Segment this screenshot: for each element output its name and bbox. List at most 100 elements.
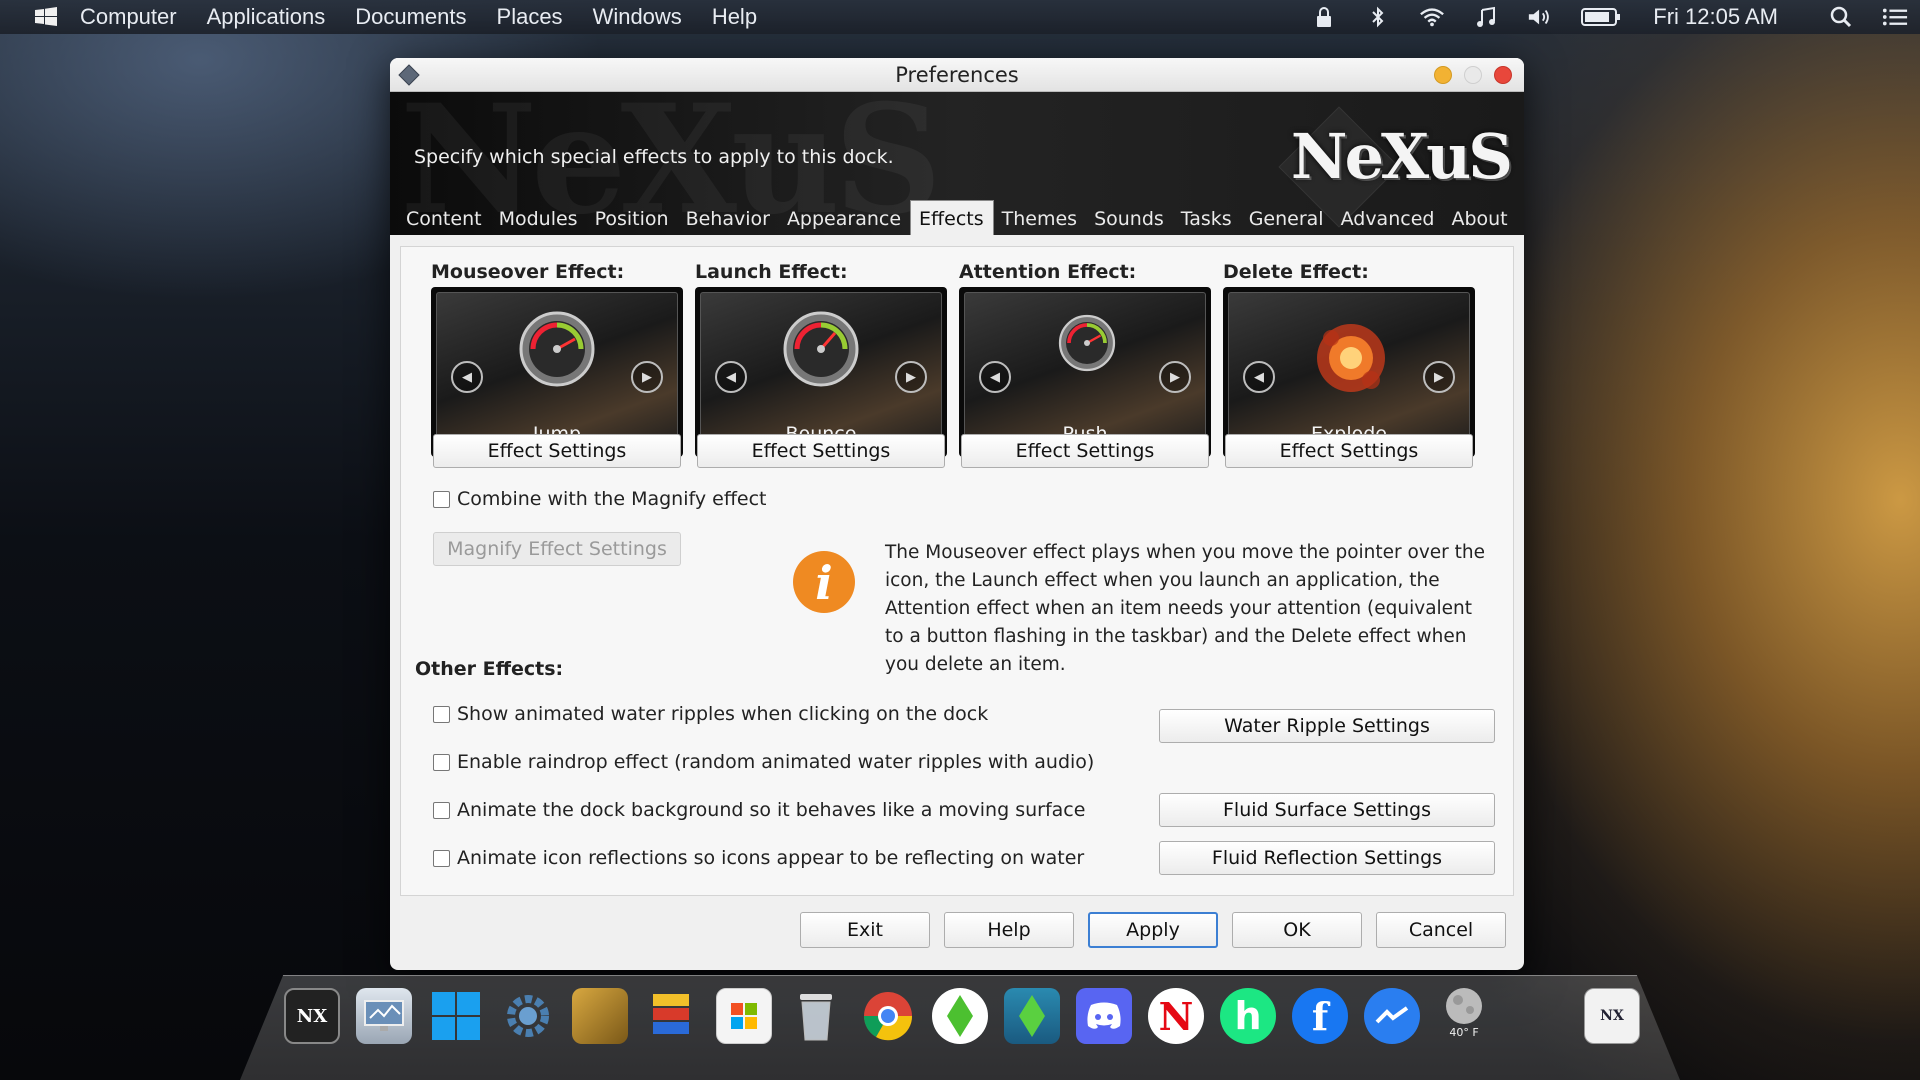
music-icon[interactable]: [1473, 4, 1499, 30]
next-arrow-icon[interactable]: ▶: [1423, 361, 1455, 393]
header-banner: NeXuS Specify which special effects to a…: [390, 92, 1524, 235]
moving-surface-checkbox[interactable]: [433, 801, 450, 819]
raindrop-label: Enable raindrop effect (random animated …: [457, 751, 1095, 773]
previous-arrow-icon[interactable]: ◀: [451, 361, 483, 393]
clock[interactable]: Fri 12:05 AM: [1653, 4, 1778, 30]
menu-computer[interactable]: Computer: [80, 4, 177, 30]
tab-tasks[interactable]: Tasks: [1173, 204, 1241, 235]
menu-windows[interactable]: Windows: [593, 4, 682, 30]
preferences-window: Preferences NeXuS Specify which special …: [390, 58, 1524, 970]
help-button[interactable]: Help: [944, 912, 1074, 948]
effect-heading: Attention Effect:: [959, 261, 1137, 283]
weather-icon[interactable]: 40° F: [1436, 984, 1492, 1040]
tab-about[interactable]: About: [1443, 204, 1516, 235]
window-controls: [1434, 66, 1512, 84]
water-ripples-checkbox-row[interactable]: Show animated water ripples when clickin…: [433, 703, 988, 725]
magnify-checkbox-row[interactable]: Combine with the Magnify effect: [433, 488, 767, 510]
menu-applications[interactable]: Applications: [207, 4, 326, 30]
maximize-button[interactable]: [1464, 66, 1482, 84]
effects-panel: Mouseover Effect: ◀ ▶ Jump: [400, 246, 1514, 896]
battery-icon[interactable]: [1581, 4, 1621, 30]
wifi-icon[interactable]: [1419, 4, 1445, 30]
ok-button[interactable]: OK: [1232, 912, 1362, 948]
water-ripple-settings-button[interactable]: Water Ripple Settings: [1159, 709, 1495, 743]
tab-themes[interactable]: Themes: [994, 204, 1086, 235]
exit-button[interactable]: Exit: [800, 912, 930, 948]
tab-appearance[interactable]: Appearance: [779, 204, 910, 235]
next-arrow-icon[interactable]: ▶: [1159, 361, 1191, 393]
gauge-icon: [1058, 314, 1116, 372]
info-text: The Mouseover effect plays when you move…: [885, 542, 1486, 675]
netflix-icon[interactable]: N: [1148, 988, 1204, 1044]
hulu-icon[interactable]: h: [1220, 988, 1276, 1044]
menu-documents[interactable]: Documents: [355, 4, 466, 30]
tab-modules[interactable]: Modules: [491, 204, 587, 235]
attention-effect-settings-button[interactable]: Effect Settings: [961, 434, 1209, 468]
magnify-checkbox-label: Combine with the Magnify effect: [457, 488, 767, 510]
nexus-logo-icon[interactable]: NX: [284, 988, 340, 1044]
windows-logo-icon[interactable]: [32, 5, 60, 29]
previous-arrow-icon[interactable]: ◀: [1243, 361, 1275, 393]
moving-surface-checkbox-row[interactable]: Animate the dock background so it behave…: [433, 799, 1085, 821]
chrome-icon[interactable]: [860, 988, 916, 1044]
effect-preview: ◀ ▶ Bounce: [695, 287, 947, 457]
facebook-icon[interactable]: f: [1292, 988, 1348, 1044]
launch-effect-settings-button[interactable]: Effect Settings: [697, 434, 945, 468]
cancel-button[interactable]: Cancel: [1376, 912, 1506, 948]
tab-sounds[interactable]: Sounds: [1086, 204, 1173, 235]
menu-places[interactable]: Places: [497, 4, 563, 30]
nexus-preferences-icon[interactable]: NX: [1584, 988, 1640, 1044]
search-icon[interactable]: [1828, 4, 1854, 30]
attention-effect: Attention Effect: ◀ ▶ Push: [959, 261, 1211, 457]
effect-preview: ◀ ▶ Push: [959, 287, 1211, 457]
gauge-icon: [519, 311, 595, 387]
menu-help[interactable]: Help: [712, 4, 757, 30]
next-arrow-icon[interactable]: ▶: [631, 361, 663, 393]
folder-icon[interactable]: [572, 988, 628, 1044]
discord-icon[interactable]: [1076, 988, 1132, 1044]
lock-icon[interactable]: [1311, 4, 1337, 30]
tab-behavior[interactable]: Behavior: [678, 204, 779, 235]
reflections-checkbox-row[interactable]: Animate icon reflections so icons appear…: [433, 847, 1084, 869]
windows-icon[interactable]: [428, 988, 484, 1044]
water-ripples-checkbox[interactable]: [433, 705, 450, 723]
volume-icon[interactable]: [1527, 4, 1553, 30]
menu-list-icon[interactable]: [1882, 4, 1908, 30]
monitor-icon[interactable]: [356, 988, 412, 1044]
tab-effects[interactable]: Effects: [910, 200, 994, 235]
store-icon[interactable]: [716, 988, 772, 1044]
books-icon[interactable]: [644, 988, 700, 1044]
tab-general[interactable]: General: [1241, 204, 1333, 235]
previous-arrow-icon[interactable]: ◀: [715, 361, 747, 393]
tab-content[interactable]: Content: [398, 204, 491, 235]
delete-effect-settings-button[interactable]: Effect Settings: [1225, 434, 1473, 468]
launch-effect: Launch Effect: ◀ ▶ Bounce: [695, 261, 947, 457]
next-arrow-icon[interactable]: ▶: [895, 361, 927, 393]
minimize-button[interactable]: [1434, 66, 1452, 84]
app-diamond-icon[interactable]: [398, 64, 420, 86]
raindrop-checkbox-row[interactable]: Enable raindrop effect (random animated …: [433, 751, 1094, 773]
moving-surface-label: Animate the dock background so it behave…: [457, 799, 1086, 821]
close-button[interactable]: [1494, 66, 1512, 84]
tab-position[interactable]: Position: [587, 204, 678, 235]
recycle-bin-icon[interactable]: [788, 988, 844, 1044]
sims-icon[interactable]: [932, 988, 988, 1044]
previous-arrow-icon[interactable]: ◀: [979, 361, 1011, 393]
magnify-effect-settings-button[interactable]: Magnify Effect Settings: [433, 532, 681, 566]
raindrop-checkbox[interactable]: [433, 753, 450, 771]
magnify-checkbox[interactable]: [433, 490, 450, 508]
window-titlebar[interactable]: Preferences: [390, 58, 1524, 92]
gear-icon[interactable]: [500, 988, 556, 1044]
delete-effect: Delete Effect: ◀ ▶ Explode: [1223, 261, 1475, 457]
sims-blue-icon[interactable]: [1004, 988, 1060, 1044]
fluid-surface-settings-button[interactable]: Fluid Surface Settings: [1159, 793, 1495, 827]
tab-advanced[interactable]: Advanced: [1333, 204, 1444, 235]
mouseover-effect-settings-button[interactable]: Effect Settings: [433, 434, 681, 468]
explosion-icon: [1317, 324, 1385, 392]
reflections-checkbox[interactable]: [433, 849, 450, 867]
apply-button[interactable]: Apply: [1088, 912, 1218, 948]
tab-bar: Content Modules Position Behavior Appear…: [398, 200, 1517, 235]
messenger-icon[interactable]: [1364, 988, 1420, 1044]
fluid-reflection-settings-button[interactable]: Fluid Reflection Settings: [1159, 841, 1495, 875]
bluetooth-icon[interactable]: [1365, 4, 1391, 30]
